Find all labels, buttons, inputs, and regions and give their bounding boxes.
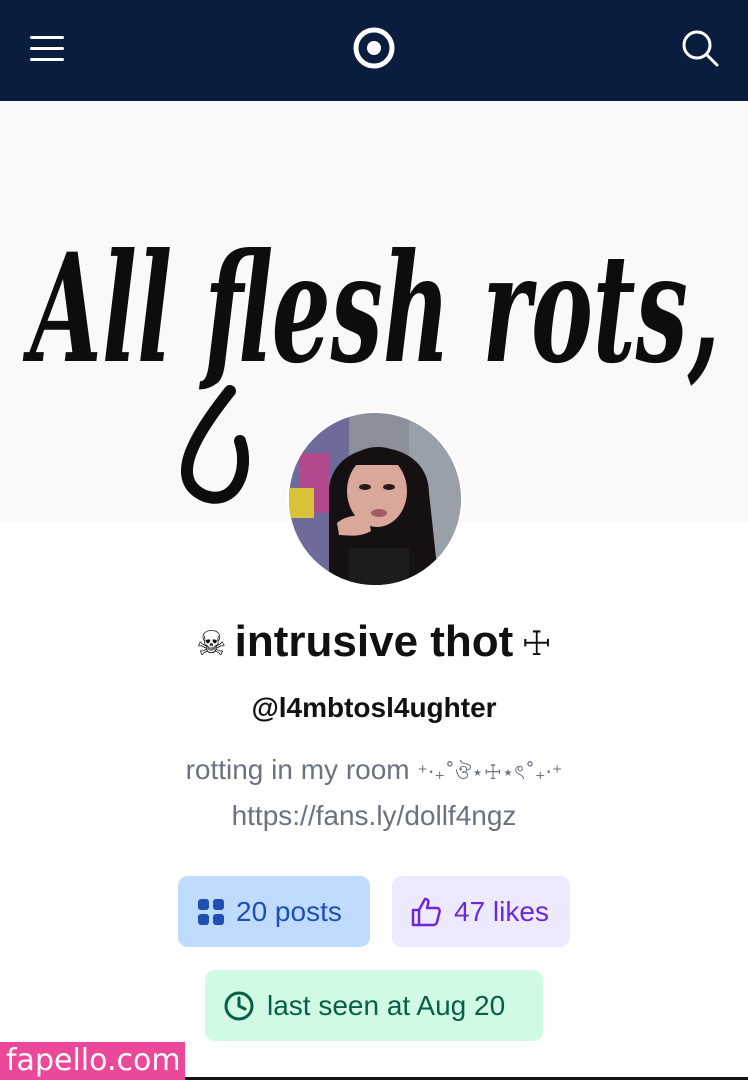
avatar-photo [289,413,461,585]
hamburger-menu-icon[interactable] [30,36,64,62]
last-seen-badge: last seen at Aug 20 [205,970,543,1041]
bio-link[interactable]: https://fans.ly/dollf4ngz [0,794,748,837]
clock-icon [223,990,255,1022]
profile-avatar[interactable] [287,411,463,587]
watermark: fapello.com [0,1042,185,1080]
bio-text: rotting in my room [185,754,410,785]
thumbs-up-icon [410,896,442,928]
last-seen-label: last seen at Aug 20 [267,989,506,1021]
search-icon[interactable] [680,28,720,68]
ring-logo-icon[interactable] [352,26,396,70]
profile-display-name: ☠ intrusive thot ☩ [0,612,748,674]
posts-count-button[interactable]: 20 posts [178,876,370,947]
profile-handle: @l4mbtosl4ughter [251,692,497,723]
cross-icon: ☩ [521,624,552,665]
bio-decoration: ⁺‧₊˚ঔ⋆☩⋆ৎ˚₊‧⁺ [417,760,563,784]
top-navigation-bar [0,0,748,101]
skull-icon: ☠ [196,624,227,665]
profile-bio: rotting in my room ⁺‧₊˚ঔ⋆☩⋆ৎ˚₊‧⁺ https:/… [0,748,748,837]
posts-count-label: 20 posts [236,895,342,927]
banner-text: All flesh rots, [23,221,720,397]
display-name-text: intrusive thot [234,617,514,666]
grid-icon [198,898,224,925]
likes-count-button[interactable]: 47 likes [392,876,570,947]
likes-count-label: 47 likes [454,895,549,927]
